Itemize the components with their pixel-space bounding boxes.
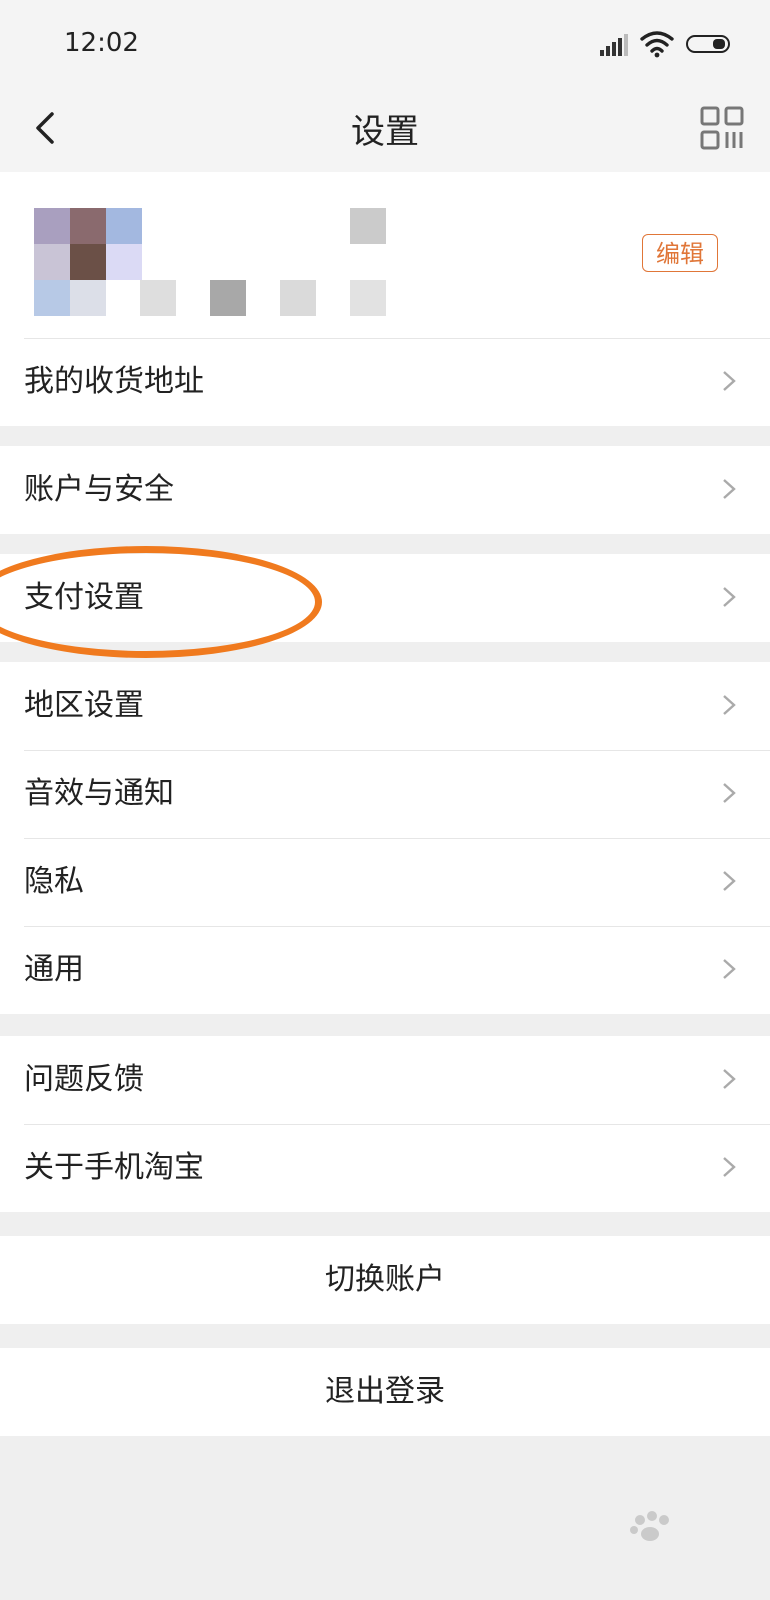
menu-item-account-security[interactable]: 账户与安全 [0, 446, 770, 534]
chevron-right-icon [723, 371, 736, 391]
status-icons [600, 30, 740, 58]
menu-item-feedback[interactable]: 问题反馈 [0, 1036, 770, 1124]
avatar [34, 208, 394, 316]
chevron-right-icon [723, 587, 736, 607]
menu-item-label: 音效与通知 [24, 776, 174, 811]
signal-icon [600, 34, 628, 56]
battery-icon [686, 35, 730, 53]
menu-item-payment-settings[interactable]: 支付设置 [0, 554, 770, 642]
qr-code-icon[interactable] [700, 106, 744, 150]
group-account: 账户与安全 [0, 446, 770, 534]
menu-item-sound-notification[interactable]: 音效与通知 [0, 750, 770, 838]
menu-item-label: 隐私 [24, 864, 84, 899]
divider [24, 838, 770, 839]
divider [24, 926, 770, 927]
group-help: 问题反馈 关于手机淘宝 [0, 1036, 770, 1212]
chevron-right-icon [723, 479, 736, 499]
nav-bar: 设置 [0, 86, 770, 172]
wifi-icon [640, 31, 674, 58]
chevron-right-icon [723, 959, 736, 979]
menu-item-general[interactable]: 通用 [0, 926, 770, 1014]
menu-item-label: 我的收货地址 [24, 364, 204, 399]
status-time: 12:02 [64, 28, 139, 58]
chevron-right-icon [723, 1157, 736, 1177]
menu-item-region[interactable]: 地区设置 [0, 662, 770, 750]
menu-item-about[interactable]: 关于手机淘宝 [0, 1124, 770, 1212]
menu-item-label: 问题反馈 [24, 1062, 144, 1097]
menu-item-label: 地区设置 [24, 688, 144, 723]
baidu-watermark-logo [630, 1511, 669, 1541]
group-payment: 支付设置 [0, 554, 770, 642]
menu-item-privacy[interactable]: 隐私 [0, 838, 770, 926]
chevron-right-icon [723, 1069, 736, 1089]
menu-item-label: 通用 [24, 952, 84, 987]
switch-account-button[interactable]: 切换账户 [0, 1236, 770, 1324]
chevron-right-icon [723, 871, 736, 891]
chevron-right-icon [723, 783, 736, 803]
logout-button[interactable]: 退出登录 [0, 1348, 770, 1436]
page-title: 设置 [351, 112, 419, 152]
menu-item-label: 支付设置 [24, 580, 144, 615]
menu-item-label: 账户与安全 [24, 472, 174, 507]
status-bar: 12:02 [0, 0, 770, 86]
profile-card[interactable]: 编辑 [0, 172, 770, 338]
chevron-right-icon [723, 695, 736, 715]
group-address: 我的收货地址 [0, 338, 770, 426]
menu-item-address[interactable]: 我的收货地址 [0, 338, 770, 426]
edit-button[interactable]: 编辑 [642, 234, 718, 272]
menu-item-label: 关于手机淘宝 [24, 1150, 204, 1185]
group-general: 地区设置 音效与通知 隐私 通用 [0, 662, 770, 1014]
